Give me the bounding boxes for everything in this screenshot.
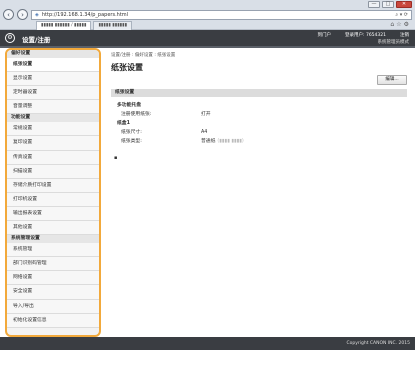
main-content: 设置/注册 : 偏好设置 : 纸张设置 纸张设置 编辑... 纸张设置 多功能托… [111, 48, 411, 337]
sidebar-item-printer[interactable]: 打印机设置 [7, 192, 99, 207]
login-user-label: 登录用户: 7654321 [344, 33, 386, 38]
setting-key: 纸张尺寸: [121, 130, 142, 135]
url-text[interactable]: http://192.168.1.34/p_papers.html [42, 12, 392, 18]
sidebar-item-other[interactable]: 其他设置 [7, 221, 99, 236]
tab-active[interactable]: ▮▮▮▮▮ ▮▮▮▮▮▮ / ▮▮▮▮▮ [36, 21, 92, 30]
sidebar-item-dept-id[interactable]: 部门识别码管理 [7, 257, 99, 272]
settings-list: 多功能托盘 注册使用纸张: 打开 纸盒1 纸张尺寸: A4 纸张类型: 普通纸(… [117, 101, 397, 146]
minimize-button[interactable]: — [368, 1, 380, 8]
footer: Copyright CANON INC. 2015 [0, 337, 415, 350]
mode-label: 系统管理员模式 [377, 40, 410, 45]
setting-key: 注册使用纸张: [121, 112, 152, 117]
navigation-row: ‹ › ◈ http://192.168.1.34/p_papers.html … [3, 9, 412, 20]
setting-row: 注册使用纸张: 打开 [117, 110, 397, 119]
sidebar-item-fax[interactable]: 传真设置 [7, 150, 99, 165]
sidebar-section-system: 系统管理设置 [7, 235, 99, 244]
sidebar-item-security[interactable]: 安全设置 [7, 285, 99, 300]
setting-row: 纸张类型: 普通纸 (▮▮▮▮ ▮▮▮▮) [117, 137, 397, 146]
sidebar-item-copy[interactable]: 复印设置 [7, 136, 99, 151]
sidebar-item-initialize[interactable]: 初始化设置信息 [7, 313, 99, 328]
edit-button[interactable]: 编辑... [377, 75, 407, 85]
group-drawer-1: 纸盒1 [117, 121, 130, 126]
sidebar-item-system-mgmt[interactable]: 系统管理 [7, 243, 99, 258]
page-title-header: 设置/注册 [22, 36, 51, 44]
sidebar-item-scan[interactable]: 扫描设置 [7, 164, 99, 179]
setting-key: 纸张类型: [121, 139, 142, 144]
sidebar-item-media-print[interactable]: 存储介质打印设置 [7, 178, 99, 193]
header-status: 到门户 登录用户: 7654321 注销 [317, 32, 409, 38]
window-controls: — □ ✕ [368, 1, 412, 8]
sidebar: 偏好设置 纸张设置 显示设置 定时器设置 音量调整 功能设置 常规设置 复印设置… [5, 48, 101, 337]
sidebar-item-display[interactable]: 显示设置 [7, 72, 99, 87]
browser-tool-icons[interactable]: ⌂☆⚙ [390, 21, 411, 28]
setting-value: A4 [201, 130, 208, 135]
breadcrumb: 设置/注册 : 偏好设置 : 纸张设置 [111, 53, 176, 58]
forward-icon[interactable]: › [17, 9, 28, 20]
sidebar-item-volume[interactable]: 音量调整 [7, 100, 99, 115]
setting-value-extra: (▮▮▮▮ ▮▮▮▮) [217, 139, 244, 144]
settings-logo-icon: ⚙ [5, 33, 15, 43]
sidebar-item-report[interactable]: 输出报表设置 [7, 206, 99, 222]
sidebar-item-common[interactable]: 常规设置 [7, 122, 99, 137]
sidebar-item-network[interactable]: 网络设置 [7, 271, 99, 286]
sidebar-section-preferences: 偏好设置 [7, 50, 99, 58]
app-header: ⚙ 设置/注册 到门户 登录用户: 7654321 注销 系统管理员模式 [0, 30, 415, 46]
copyright-text: Copyright CANON INC. 2015 [346, 341, 411, 346]
close-button[interactable]: ✕ [396, 1, 412, 8]
setting-row: 纸张尺寸: A4 [117, 128, 397, 137]
logout-link[interactable]: 注销 [400, 32, 409, 38]
sidebar-item-paper[interactable]: 纸张设置 [7, 58, 99, 73]
maximize-button[interactable]: □ [382, 1, 394, 8]
tab-strip: ▮▮▮▮▮ ▮▮▮▮▮▮ / ▮▮▮▮▮ ▮▮▮▮▮ ▮▮▮▮▮▮ [36, 21, 133, 30]
sidebar-item-import-export[interactable]: 导入/导出 [7, 299, 99, 314]
setting-value: 打开 [201, 112, 211, 117]
portal-link[interactable]: 到门户 [317, 32, 331, 38]
page-title: 纸张设置 [111, 63, 143, 72]
group-multipurpose-tray: 多功能托盘 [117, 103, 141, 108]
page-bottom-area [0, 350, 415, 368]
back-icon[interactable]: ‹ [3, 9, 14, 20]
setting-value: 普通纸 (▮▮▮▮ ▮▮▮▮) [201, 139, 244, 144]
page-top-marker[interactable]: ▪ [114, 155, 117, 161]
sidebar-section-functions: 功能设置 [7, 114, 99, 123]
tab-other[interactable]: ▮▮▮▮▮ ▮▮▮▮▮▮ [93, 21, 133, 30]
sidebar-item-timer[interactable]: 定时器设置 [7, 86, 99, 101]
address-bar[interactable]: ◈ http://192.168.1.34/p_papers.html ⌕ ▾ … [31, 9, 412, 20]
section-header: 纸张设置 [111, 89, 407, 97]
page-icon: ◈ [35, 11, 39, 18]
browser-chrome: — □ ✕ ‹ › ◈ http://192.168.1.34/p_papers… [0, 0, 415, 30]
search-refresh-icons[interactable]: ⌕ ▾ ⟳ [395, 12, 408, 18]
